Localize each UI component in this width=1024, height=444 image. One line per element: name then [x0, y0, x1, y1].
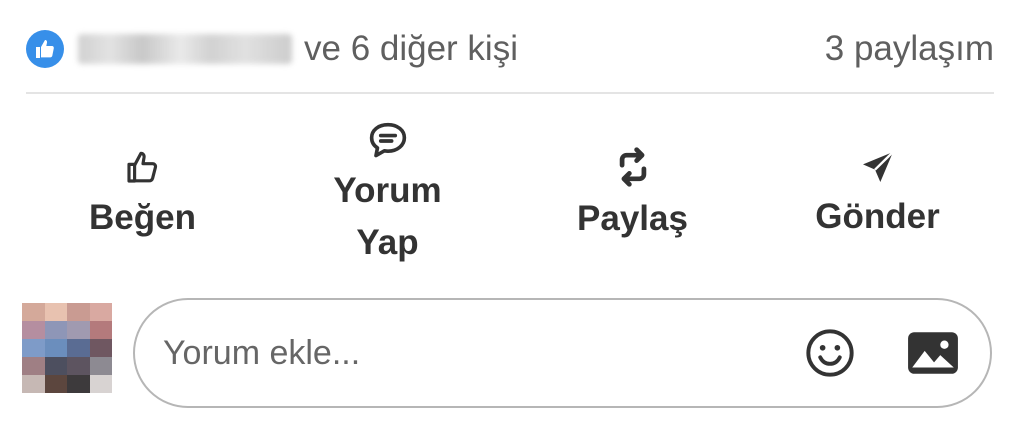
avatar-pixel [44, 357, 67, 375]
avatar-pixel [67, 321, 90, 339]
reactions-others-text[interactable]: ve 6 diğer kişi [304, 29, 518, 69]
action-bar: Beğen Yorum Yap Paylaş Gönder [20, 110, 1000, 280]
avatar-pixel [89, 303, 112, 321]
send-icon [862, 150, 894, 182]
comment-icon [369, 122, 406, 157]
repost-icon [619, 147, 646, 187]
avatar-pixel [22, 375, 45, 393]
avatar-pixel [67, 303, 90, 321]
reactor-name-blurred[interactable] [78, 34, 292, 64]
repost-button[interactable]: Paylaş [510, 110, 755, 280]
add-image-button[interactable] [904, 324, 962, 382]
avatar[interactable] [22, 303, 112, 393]
divider [26, 92, 994, 94]
repost-button-label: Paylaş [577, 198, 688, 238]
emoji-button[interactable] [802, 325, 858, 381]
comment-input[interactable]: Yorum ekle... [133, 298, 992, 408]
avatar-pixel [44, 375, 67, 393]
avatar-pixel [44, 339, 67, 357]
avatar-pixel [89, 321, 112, 339]
avatar-pixel [67, 375, 90, 393]
avatar-pixel [89, 339, 112, 357]
shares-count[interactable]: 3 paylaşım [825, 29, 994, 69]
image-icon [908, 332, 958, 374]
like-button-label: Beğen [89, 197, 196, 237]
avatar-pixel [22, 357, 45, 375]
avatar-pixel [22, 321, 45, 339]
send-button-label: Gönder [815, 196, 940, 236]
comment-placeholder: Yorum ekle... [163, 333, 361, 372]
avatar-pixel [44, 321, 67, 339]
avatar-pixel [22, 339, 45, 357]
emoji-icon [806, 329, 854, 377]
avatar-pixel [67, 339, 90, 357]
avatar-pixel [89, 357, 112, 375]
comment-button-label: Yorum Yap [333, 170, 442, 263]
like-icon [126, 151, 157, 183]
avatar-pixel [67, 357, 90, 375]
comment-button[interactable]: Yorum Yap [265, 110, 510, 280]
avatar-pixel [22, 303, 45, 321]
thumbs-up-icon[interactable] [26, 30, 64, 68]
avatar-pixel [44, 303, 67, 321]
like-button[interactable]: Beğen [20, 110, 265, 280]
avatar-pixel [89, 375, 112, 393]
send-button[interactable]: Gönder [755, 110, 1000, 280]
reactions-bar: ve 6 diğer kişi 3 paylaşım [26, 24, 994, 74]
